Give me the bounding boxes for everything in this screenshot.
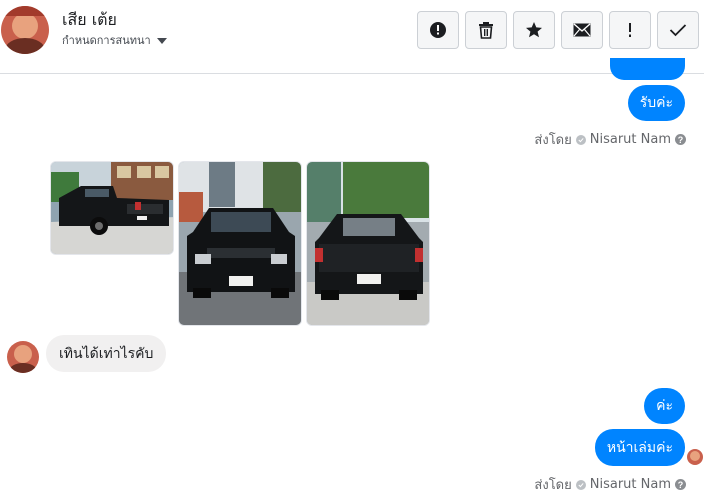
mark-done-button[interactable] xyxy=(657,11,699,49)
message-text: เทินได้เท่าไรคับ xyxy=(59,345,154,362)
contact-avatar-small[interactable] xyxy=(7,341,39,373)
check-circle-icon xyxy=(575,479,586,490)
attachment-photo-2[interactable] xyxy=(178,161,302,326)
message-bubble-outgoing[interactable]: หน้าเล่มค่ะ xyxy=(594,429,685,466)
message-bubble-partial[interactable] xyxy=(610,58,685,80)
message-text: ค่ะ xyxy=(656,398,673,414)
sent-by-label: ส่งโดย Nisarut Nam ? xyxy=(534,474,686,495)
star-button[interactable] xyxy=(513,11,555,49)
sent-by-label: ส่งโดย Nisarut Nam ? xyxy=(534,129,686,150)
conversation-header: เสีย เต้ย กำหนดการสนทนา xyxy=(0,0,704,74)
delete-button[interactable] xyxy=(465,11,507,49)
report-button[interactable] xyxy=(417,11,459,49)
mail-icon xyxy=(573,23,591,37)
conversation-settings-label: กำหนดการสนทนา xyxy=(62,34,151,47)
help-icon[interactable]: ? xyxy=(675,134,686,145)
message-text: รับค่ะ xyxy=(639,95,673,111)
contact-avatar[interactable] xyxy=(1,6,49,54)
message-bubble-outgoing[interactable]: รับค่ะ xyxy=(627,85,685,121)
exclamation-icon xyxy=(629,23,631,37)
messenger-conversation: เสีย เต้ย กำหนดการสนทนา รับค่ะ ส่งโดย Ni… xyxy=(0,0,704,502)
seen-avatar xyxy=(687,449,703,465)
help-icon[interactable]: ? xyxy=(675,479,686,490)
conversation-settings-dropdown[interactable]: กำหนดการสนทนา xyxy=(62,31,167,49)
attachment-photo-1[interactable] xyxy=(50,161,174,255)
message-text: หน้าเล่มค่ะ xyxy=(606,439,673,456)
check-icon xyxy=(669,24,687,37)
star-icon xyxy=(526,22,542,38)
chevron-down-icon xyxy=(156,37,167,44)
trash-icon xyxy=(479,22,493,39)
attachment-photo-3[interactable] xyxy=(306,161,430,326)
conversation-toolbar xyxy=(417,11,699,49)
report-icon xyxy=(430,22,446,38)
message-bubble-outgoing[interactable]: ค่ะ xyxy=(644,388,685,424)
mark-unread-button[interactable] xyxy=(561,11,603,49)
contact-name: เสีย เต้ย xyxy=(62,10,117,29)
message-bubble-incoming[interactable]: เทินได้เท่าไรคับ xyxy=(46,335,167,372)
mark-important-button[interactable] xyxy=(609,11,651,49)
check-circle-icon xyxy=(575,134,586,145)
